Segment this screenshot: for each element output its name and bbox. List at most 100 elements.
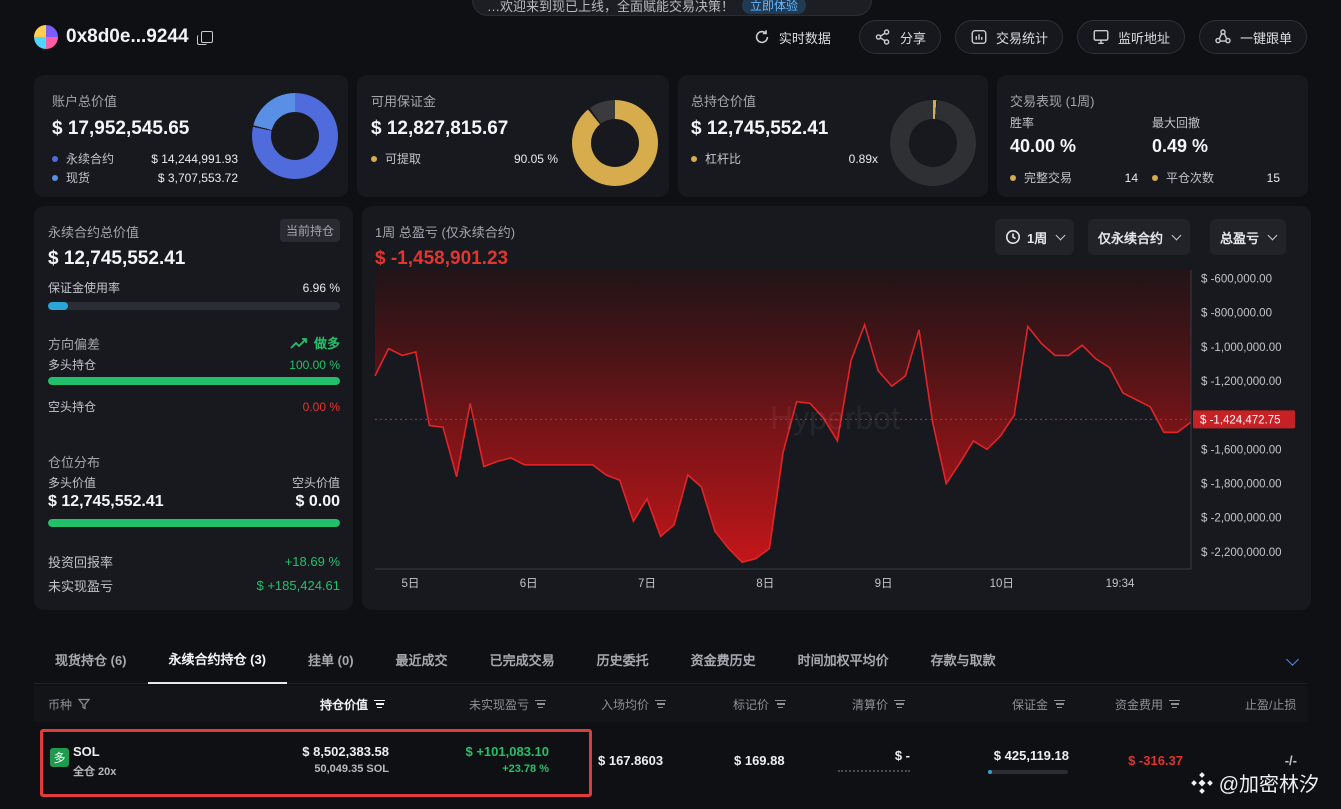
col-entry-price[interactable]: 入场均价	[601, 696, 667, 713]
watermark: @加密林汐	[1190, 768, 1319, 797]
long-value: $ 12,745,552.41	[48, 493, 164, 510]
withdrawable-dot	[371, 155, 377, 162]
row-entry-price: $ 167.8603	[598, 753, 664, 768]
leverage-value: 0.89x	[848, 151, 878, 166]
realtime-button[interactable]: 实时数据	[739, 20, 845, 54]
performance-label: 交易表现 (1周)	[1010, 94, 1095, 109]
available-margin-card: 可用保证金 $ 12,827,815.67 可提取 90.05 %	[357, 75, 669, 197]
avatar	[34, 25, 58, 49]
col-position-value[interactable]: 持仓价值	[320, 696, 386, 713]
leverage-donut-chart	[890, 100, 976, 186]
x-tick-label: 19:34	[1106, 578, 1135, 590]
row-tpsl[interactable]: -/-	[1285, 753, 1297, 768]
header-actions: 实时数据 分享 交易统计 监听地址 一键跟单	[739, 20, 1307, 54]
tab-6[interactable]: 资金费历史	[670, 636, 777, 684]
metric-select-value: 总盈亏	[1220, 230, 1260, 246]
col-mark-price[interactable]: 标记价	[733, 696, 787, 713]
direction-bias-value: 做多	[313, 336, 340, 351]
pnl-chart-title: 1周 总盈亏 (仅永续合约)	[375, 225, 516, 240]
x-tick-label: 10日	[990, 578, 1014, 590]
copy-icon[interactable]	[196, 31, 213, 45]
share-button[interactable]: 分享	[858, 20, 941, 54]
binance-icon	[1190, 771, 1213, 794]
trades-row: 完整交易 14	[1010, 169, 1138, 186]
stats-icon	[971, 29, 987, 45]
x-tick-label: 5日	[402, 578, 420, 590]
period-select-value: 1周	[1027, 230, 1048, 246]
roi-value: +18.69 %	[284, 554, 340, 569]
drawdown-value: 0.49 %	[1152, 136, 1209, 156]
y-tick-label: $ -2,000,000.00	[1201, 513, 1282, 525]
spot-dot	[52, 174, 58, 181]
svg-text:$ -1,424,472.75: $ -1,424,472.75	[1200, 414, 1281, 426]
margin-donut-chart	[572, 100, 658, 186]
y-tick-label: $ -1,200,000.00	[1201, 376, 1282, 388]
col-entry-price-label: 入场均价	[601, 697, 650, 712]
y-tick-label: $ -1,000,000.00	[1201, 342, 1282, 354]
tab-8[interactable]: 存款与取款	[910, 636, 1017, 684]
tab-7[interactable]: 时间加权平均价	[777, 636, 910, 684]
scope-select[interactable]: 仅永续合约	[1088, 219, 1191, 255]
trades-value: 14	[1124, 170, 1138, 185]
liq-price-bar	[838, 770, 910, 772]
tab-1[interactable]: 永续合约持仓 (3)	[147, 636, 288, 684]
position-value-card: 总持仓价值 $ 12,745,552.41 杠杆比 0.89x	[678, 75, 988, 197]
performance-card: 交易表现 (1周) 胜率 40.00 % 最大回撤 0.49 % 完整交易 14…	[997, 75, 1308, 197]
margin-usage-label: 保证金使用率	[48, 281, 121, 295]
highlight-box	[40, 729, 592, 797]
long-position-value: 100.00 %	[289, 357, 340, 372]
col-upnl[interactable]: 未实现盈亏	[469, 696, 547, 713]
leverage-dot	[691, 155, 697, 162]
trade-stats-button[interactable]: 交易统计	[954, 20, 1063, 54]
short-position-row: 空头持仓 0.00 %	[48, 398, 340, 415]
col-liq-price[interactable]: 清算价	[852, 696, 906, 713]
wallet-address-group: 0x8d0e...9244	[34, 25, 213, 49]
account-perp-label: 永续合约	[66, 152, 115, 166]
roi-label: 投资回报率	[48, 555, 114, 570]
perp-dot	[52, 155, 58, 162]
position-value-label: 总持仓价值	[691, 94, 757, 109]
col-funding[interactable]: 资金费用	[1115, 696, 1181, 713]
period-select[interactable]: 1周	[995, 219, 1075, 255]
banner-cta[interactable]: 立即体验	[742, 0, 807, 14]
col-tpsl: 止盈/止损	[1245, 696, 1296, 713]
tab-3[interactable]: 最近成交	[375, 636, 469, 684]
announcement-banner[interactable]: …欢迎来到现已上线，全面赋能交易决策！ 立即体验	[472, 0, 872, 16]
positions-tabs: 现货持仓 (6) 永续合约持仓 (3) 挂单 (0) 最近成交 已完成交易 历史委托 资金费…	[34, 636, 1307, 684]
closes-row: 平仓次数 15	[1152, 169, 1280, 186]
chevron-down-icon[interactable]	[1286, 653, 1299, 666]
chevron-down-icon	[1171, 230, 1182, 240]
trend-up-icon	[290, 337, 307, 349]
header: 0x8d0e...9244 实时数据 分享 交易统计 监听地址 一键跟单	[34, 20, 1307, 54]
long-position-row: 多头持仓 100.00 %	[48, 356, 340, 373]
x-tick-label: 8日	[756, 578, 774, 590]
available-margin-value: $ 12,827,815.67	[371, 118, 509, 139]
wallet-address: 0x8d0e...9244	[66, 26, 189, 47]
distribution-fill	[48, 519, 340, 527]
tab-5[interactable]: 历史委托	[576, 636, 670, 684]
sort-icon	[535, 699, 547, 709]
copy-trade-button[interactable]: 一键跟单	[1198, 20, 1307, 54]
tab-0[interactable]: 现货持仓 (6)	[34, 636, 148, 684]
clock-icon	[1006, 230, 1020, 244]
tab-4[interactable]: 已完成交易	[469, 636, 576, 684]
account-spot-label: 现货	[66, 171, 91, 185]
withdrawable-value: 90.05 %	[513, 151, 558, 166]
margin-usage-bar	[48, 302, 340, 310]
col-margin[interactable]: 保证金	[1012, 696, 1066, 713]
copy-trade-icon	[1215, 29, 1231, 44]
metric-select[interactable]: 总盈亏	[1210, 219, 1287, 255]
share-label: 分享	[899, 30, 926, 46]
watermark-text: @加密林汐	[1218, 774, 1319, 796]
unrealized-pnl-row: 未实现盈亏 $ +185,424.61	[48, 576, 340, 595]
row-funding: $ -316.37	[1128, 753, 1183, 768]
sort-icon	[374, 699, 386, 709]
realtime-label: 实时数据	[778, 30, 831, 46]
trades-dot	[1010, 174, 1016, 181]
unrealized-pnl-value: $ +185,424.61	[256, 578, 341, 593]
watch-address-button[interactable]: 监听地址	[1076, 20, 1185, 54]
col-coin[interactable]: 币种	[48, 696, 91, 713]
refresh-icon	[755, 30, 769, 44]
sort-icon	[655, 699, 667, 709]
tab-2[interactable]: 挂单 (0)	[287, 636, 375, 684]
